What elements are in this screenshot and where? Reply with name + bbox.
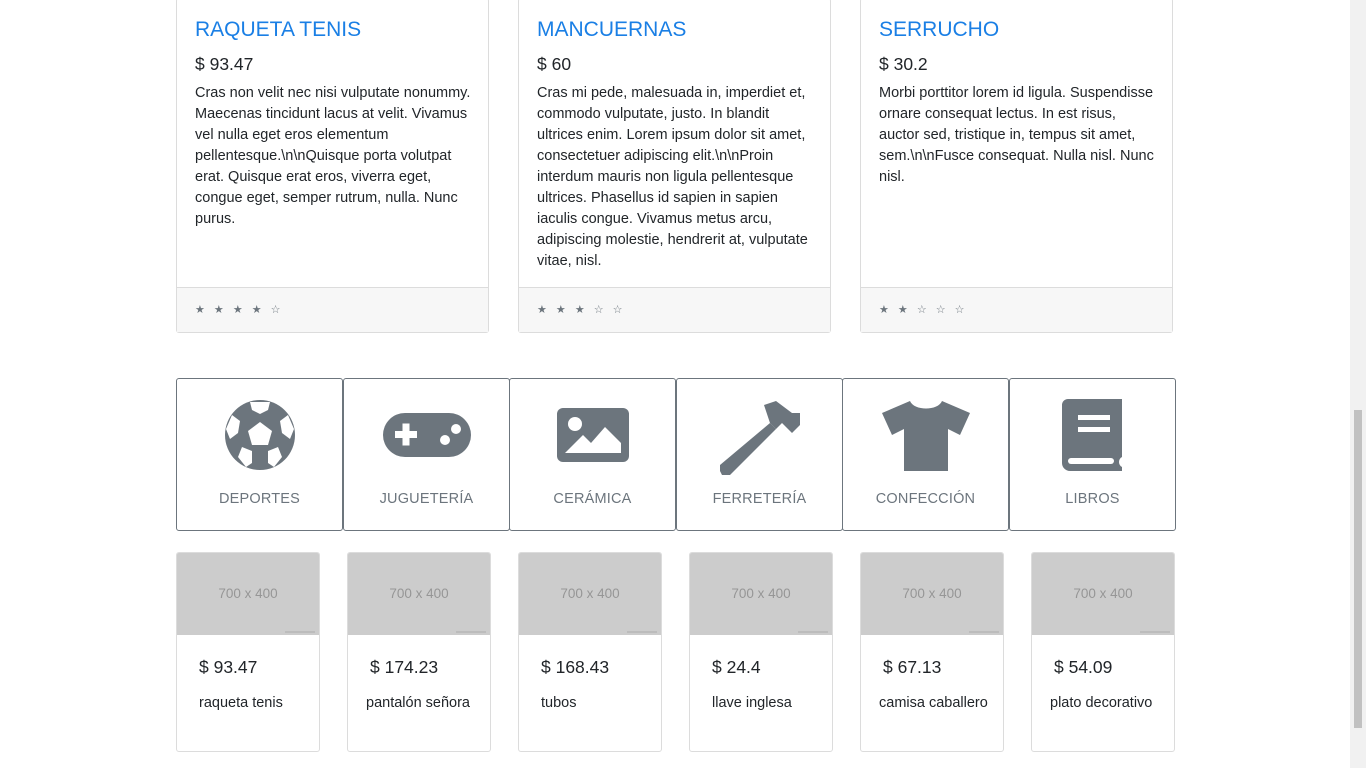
image-placeholder: 700 x 400 (348, 553, 490, 635)
mini-product-card[interactable]: 700 x 400 $ 24.4 llave inglesa (689, 552, 833, 752)
product-description: Cras non velit nec nisi vulputate nonumm… (195, 85, 471, 227)
mini-product-name: plato decorativo (1050, 695, 1153, 711)
product-title-link[interactable]: SERRUCHO (879, 18, 999, 42)
image-placeholder: 700 x 400 (519, 553, 661, 635)
scrollbar-thumb[interactable] (1354, 410, 1362, 728)
mini-product-card[interactable]: 700 x 400 $ 93.47 raqueta tenis (176, 552, 320, 752)
mini-product-price: $ 67.13 (883, 657, 942, 677)
product-card-footer: ★ ★ ☆ ☆ ☆ (861, 287, 1172, 332)
product-description: Morbi porttitor lorem id ligula. Suspend… (879, 85, 1154, 185)
product-title-link[interactable]: MANCUERNAS (537, 18, 686, 42)
mini-product-price: $ 93.47 (199, 657, 258, 677)
placeholder-text: 700 x 400 (389, 586, 449, 601)
image-placeholder: 700 x 400 (1032, 553, 1174, 635)
mini-product-name: pantalón señora (366, 695, 470, 711)
page-scrollbar[interactable] (1350, 0, 1366, 768)
mini-product-card[interactable]: 700 x 400 $ 174.23 pantalón señora (347, 552, 491, 752)
mini-product-price: $ 24.4 (712, 657, 761, 677)
mini-product-price: $ 168.43 (541, 657, 610, 677)
star-rating: ★ ★ ★ ☆ ☆ (537, 304, 626, 316)
category-confeccion[interactable]: CONFECCIÓN (842, 378, 1009, 531)
image-icon (556, 408, 629, 462)
gamepad-icon (382, 413, 471, 457)
category-label: CONFECCIÓN (875, 491, 976, 507)
placeholder-text: 700 x 400 (902, 586, 962, 601)
mini-product-card[interactable]: 700 x 400 $ 168.43 tubos (518, 552, 662, 752)
category-deportes[interactable]: DEPORTES (176, 378, 343, 531)
product-card: MANCUERNAS $ 60 Cras mi pede, malesuada … (518, 0, 831, 333)
product-card-footer: ★ ★ ★ ☆ ☆ (519, 287, 830, 332)
product-price: $ 93.47 (195, 54, 254, 74)
placeholder-watermark (627, 631, 657, 633)
placeholder-watermark (456, 631, 486, 633)
book-icon (1061, 399, 1122, 471)
mini-product-name: llave inglesa (712, 695, 792, 711)
mini-product-price: $ 54.09 (1054, 657, 1113, 677)
placeholder-text: 700 x 400 (1073, 586, 1133, 601)
category-label: CERÁMICA (553, 491, 632, 507)
product-price: $ 30.2 (879, 54, 928, 74)
category-label: FERRETERÍA (712, 491, 807, 507)
image-placeholder: 700 x 400 (861, 553, 1003, 635)
category-ferreteria[interactable]: FERRETERÍA (676, 378, 843, 531)
product-card-footer: ★ ★ ★ ★ ☆ (177, 287, 488, 332)
category-label: LIBROS (1065, 491, 1120, 507)
placeholder-text: 700 x 400 (560, 586, 620, 601)
image-placeholder: 700 x 400 (690, 553, 832, 635)
image-placeholder: 700 x 400 (177, 553, 319, 635)
tshirt-icon (881, 401, 970, 471)
placeholder-text: 700 x 400 (218, 586, 278, 601)
star-rating: ★ ★ ★ ★ ☆ (195, 304, 284, 316)
mini-product-name: tubos (541, 695, 577, 711)
star-rating: ★ ★ ☆ ☆ ☆ (879, 304, 968, 316)
hammer-icon (719, 401, 800, 475)
mini-product-price: $ 174.23 (370, 657, 439, 677)
category-label: JUGUETERÍA (379, 491, 474, 507)
mini-product-name: camisa caballero (879, 695, 988, 711)
product-description: Cras mi pede, malesuada in, imperdiet et… (537, 85, 808, 269)
category-jugueteria[interactable]: JUGUETERÍA (343, 378, 510, 531)
product-price: $ 60 (537, 54, 572, 74)
placeholder-watermark (1140, 631, 1170, 633)
product-card: SERRUCHO $ 30.2 Morbi porttitor lorem id… (860, 0, 1173, 333)
mini-product-name: raqueta tenis (199, 695, 283, 711)
placeholder-watermark (285, 631, 315, 633)
placeholder-text: 700 x 400 (731, 586, 791, 601)
placeholder-watermark (969, 631, 999, 633)
soccer-ball-icon (224, 400, 295, 470)
category-libros[interactable]: LIBROS (1009, 378, 1176, 531)
mini-product-card[interactable]: 700 x 400 $ 67.13 camisa caballero (860, 552, 1004, 752)
product-title-link[interactable]: RAQUETA TENIS (195, 18, 361, 42)
category-ceramica[interactable]: CERÁMICA (509, 378, 676, 531)
product-card: RAQUETA TENIS $ 93.47 Cras non velit nec… (176, 0, 489, 333)
mini-product-card[interactable]: 700 x 400 $ 54.09 plato decorativo (1031, 552, 1175, 752)
placeholder-watermark (798, 631, 828, 633)
category-label: DEPORTES (218, 491, 301, 507)
